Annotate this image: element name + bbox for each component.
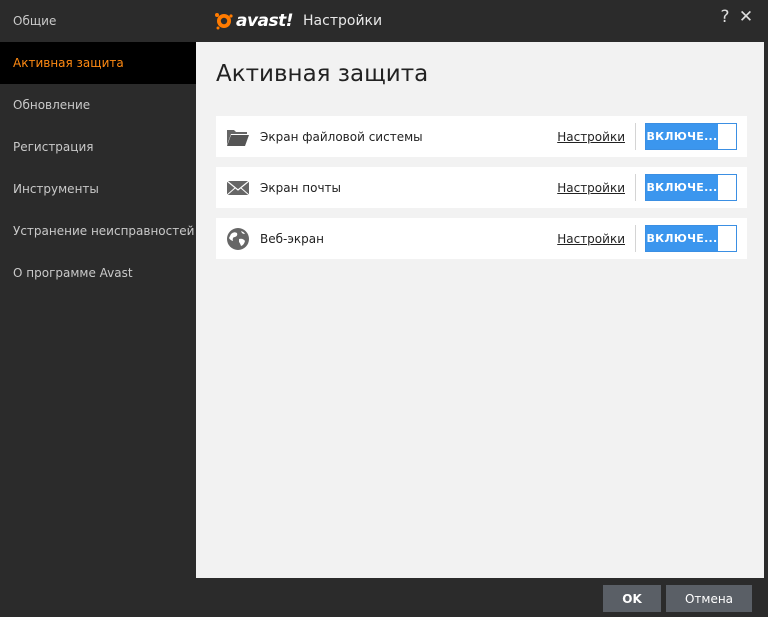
sidebar-item-label: О программе Avast (13, 266, 133, 280)
globe-icon (226, 227, 250, 250)
shield-label: Экран файловой системы (260, 129, 423, 144)
avast-logo-icon (215, 13, 233, 30)
divider (635, 123, 636, 150)
ok-button[interactable]: OK (603, 585, 661, 612)
divider (635, 225, 636, 252)
shield-toggle[interactable]: ВКЛЮЧЕ... (645, 123, 737, 150)
avast-logo: avast! (214, 11, 294, 31)
help-button[interactable]: ? (716, 7, 734, 27)
sidebar-item-tools[interactable]: Инструменты (0, 168, 196, 210)
sidebar-item-label: Инструменты (13, 182, 99, 196)
title-bar: avast! Настройки ? ✕ (196, 0, 768, 42)
shield-row-mail: Экран почты Настройки ВКЛЮЧЕ... (216, 167, 747, 208)
close-button[interactable]: ✕ (737, 7, 755, 27)
divider (635, 174, 636, 201)
toggle-on-label: ВКЛЮЧЕ... (646, 124, 718, 149)
shield-settings-link[interactable]: Настройки (557, 232, 625, 246)
sidebar-item-label: Активная защита (13, 56, 124, 70)
sidebar-item-active-protection[interactable]: Активная защита (0, 42, 196, 84)
folder-icon (226, 126, 250, 148)
logo-text: avast! (236, 11, 294, 31)
shield-row-file-system: Экран файловой системы Настройки ВКЛЮЧЕ.… (216, 116, 747, 157)
toggle-on-label: ВКЛЮЧЕ... (646, 226, 718, 251)
shield-toggle[interactable]: ВКЛЮЧЕ... (645, 225, 737, 252)
sidebar-item-general[interactable]: Общие (0, 0, 196, 42)
sidebar-item-about[interactable]: О программе Avast (0, 252, 196, 294)
sidebar-item-label: Обновление (13, 98, 91, 112)
mail-icon (226, 177, 250, 199)
sidebar-item-troubleshooting[interactable]: Устранение неисправностей (0, 210, 196, 252)
shield-toggle[interactable]: ВКЛЮЧЕ... (645, 174, 737, 201)
sidebar: Общие Активная защита Обновление Регистр… (0, 0, 196, 578)
page-title: Активная защита (216, 61, 429, 87)
shield-label: Экран почты (260, 180, 341, 195)
cancel-button[interactable]: Отмена (666, 585, 752, 612)
sidebar-item-label: Устранение неисправностей (13, 224, 195, 238)
shield-settings-link[interactable]: Настройки (557, 181, 625, 195)
sidebar-item-label: Регистрация (13, 140, 94, 154)
settings-window: Общие Активная защита Обновление Регистр… (0, 0, 768, 617)
sidebar-item-label: Общие (13, 14, 57, 28)
main-content: Активная защита Экран файловой системы Н… (196, 42, 764, 578)
sidebar-item-update[interactable]: Обновление (0, 84, 196, 126)
sidebar-item-registration[interactable]: Регистрация (0, 126, 196, 168)
toggle-on-label: ВКЛЮЧЕ... (646, 175, 718, 200)
window-title: Настройки (303, 13, 383, 29)
shield-label: Веб-экран (260, 231, 324, 246)
shield-row-web: Веб-экран Настройки ВКЛЮЧЕ... (216, 218, 747, 259)
shield-settings-link[interactable]: Настройки (557, 130, 625, 144)
